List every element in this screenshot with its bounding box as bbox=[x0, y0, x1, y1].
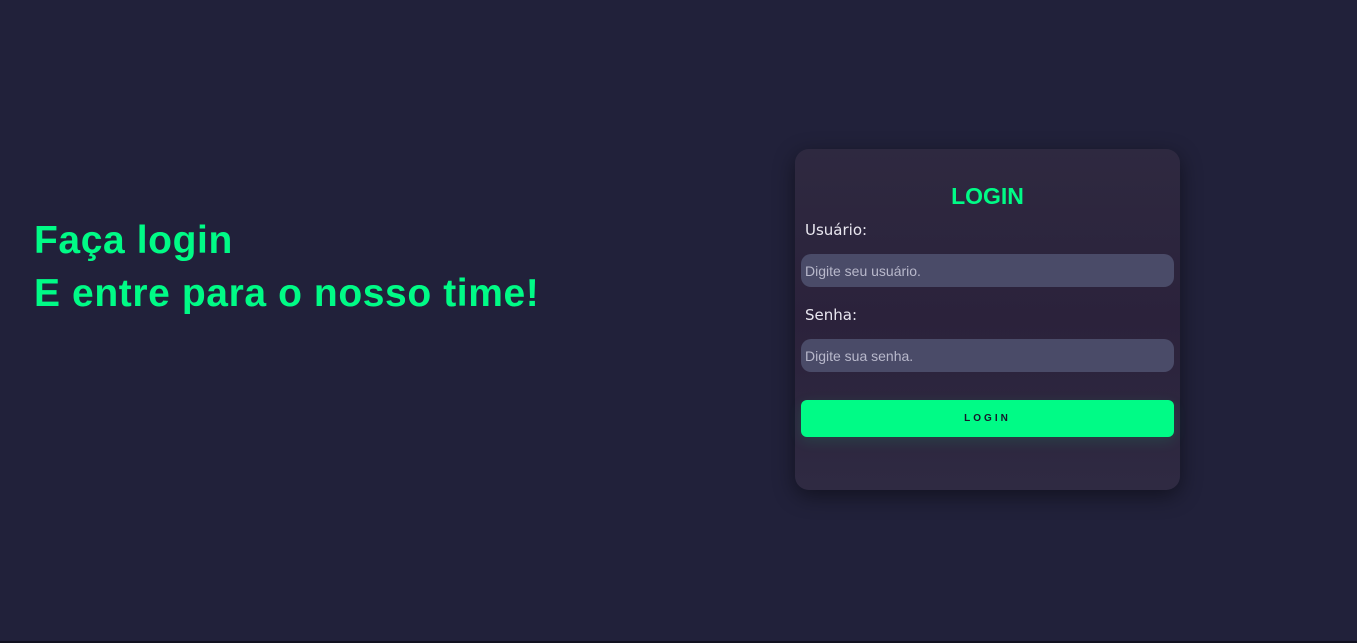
login-title: LOGIN bbox=[951, 183, 1024, 209]
login-card: LOGIN Usuário: Senha: LOGIN bbox=[795, 149, 1180, 490]
password-input[interactable] bbox=[801, 339, 1174, 372]
login-button[interactable]: LOGIN bbox=[801, 400, 1174, 437]
hero-line-1: Faça login bbox=[34, 219, 233, 262]
password-label: Senha: bbox=[805, 306, 858, 324]
login-page: { "hero": { "line1": "Faça login", "line… bbox=[0, 0, 1357, 643]
hero-line-2: E entre para o nosso time! bbox=[34, 272, 540, 315]
username-input[interactable] bbox=[801, 254, 1174, 287]
username-label: Usuário: bbox=[805, 221, 868, 239]
hero-heading: Faça login E entre para o nosso time! bbox=[34, 214, 539, 320]
